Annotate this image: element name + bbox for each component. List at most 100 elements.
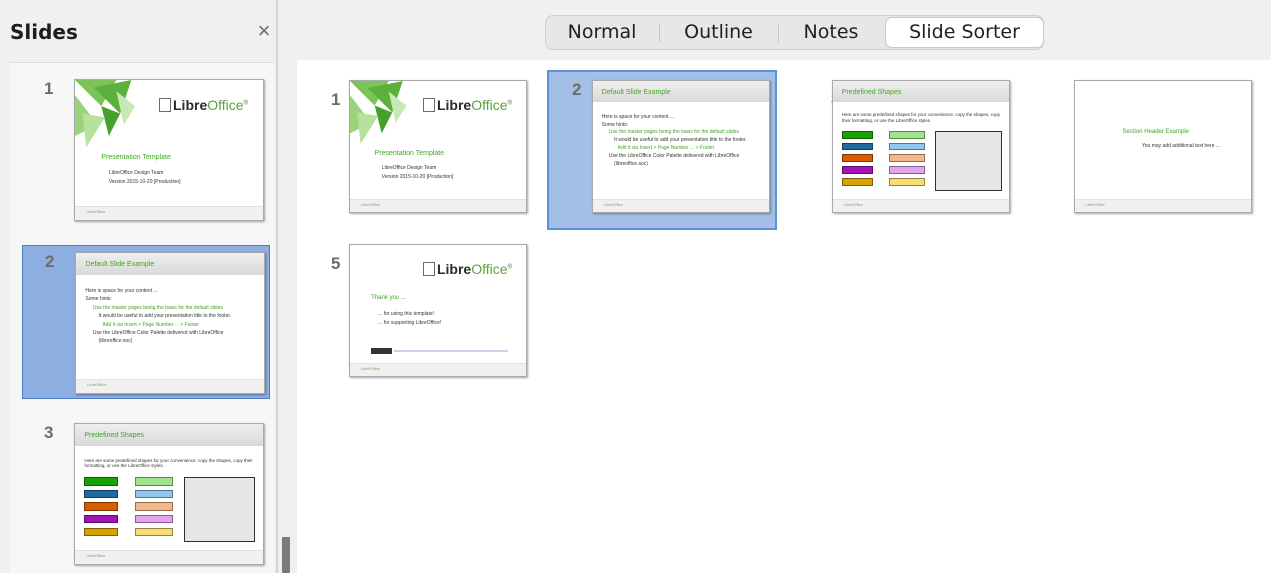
slide-text-line: Some hints: (85, 296, 112, 303)
slide-title: Predefined Shapes (84, 432, 144, 440)
tab-outline[interactable]: Outline (660, 16, 777, 49)
libreoffice-logo: LibreOffice® (422, 261, 512, 277)
slide-text-line: Add it via Insert > Page Number ... > Fo… (102, 321, 200, 328)
slide-thumbnail[interactable]: Default Slide Example Here is space for … (75, 252, 265, 394)
sorter-item-3[interactable]: 3 Predefined Shapes Here are some predef… (797, 72, 1027, 232)
slide-text-line: It would be useful to add your presentat… (614, 137, 747, 144)
slide-sorter[interactable]: 1 LibreOffice® Presentation Template Lib… (297, 60, 1271, 573)
shape-swatch (135, 502, 173, 511)
slide-text-line: ... for supporting LibreOffice! (378, 319, 442, 326)
slide-text-line: ... for using this template! (378, 310, 435, 317)
slide-text-line: Some hints: (601, 121, 629, 128)
slides-pane: Slides × 1 LibreOffice® Presentation Tem… (0, 0, 277, 573)
slide-text-line: Here is space for your content ... (601, 113, 675, 120)
slide-thumbnail[interactable]: LibreOffice® Thank you ... ... for using… (349, 244, 527, 377)
license-text (394, 349, 509, 353)
shape-swatch (841, 142, 874, 151)
slide-footer: LibreOffice (1075, 198, 1251, 212)
shape-swatch (841, 177, 874, 186)
slide-text-line: (libreoffice.soc) (614, 160, 648, 167)
slide-text-line: You may add additional text here ... (1141, 142, 1221, 149)
license-badge-icon (371, 348, 393, 354)
slide-text-line: Version 2015-10-20 [Production] (381, 174, 454, 180)
close-icon[interactable]: × (253, 20, 275, 42)
slide-text-line: Use the master pages being the basis for… (608, 129, 739, 136)
slides-pane-title: Slides (10, 20, 78, 44)
shape-swatch (841, 130, 874, 139)
slide-title: Predefined Shapes (841, 88, 902, 96)
shape-swatch (135, 477, 173, 486)
pane-splitter[interactable] (277, 0, 293, 573)
slide-preview-shapes: Predefined Shapes Here are some predefin… (74, 423, 264, 565)
slides-pane-list[interactable]: 1 LibreOffice® Presentation Template Lib… (10, 62, 274, 573)
view-tabs: Normal Outline Notes Slide Sorter (545, 15, 1044, 50)
shape-swatch (841, 166, 874, 174)
slide-preview-content: Default Slide Example Here is space for … (75, 252, 265, 394)
shape-swatch (889, 166, 925, 174)
shape-swatch (889, 142, 925, 151)
slide-preview-content: Default Slide Example Here is space for … (592, 80, 770, 213)
grid-shape (935, 130, 1002, 192)
tab-slide-sorter[interactable]: Slide Sorter (885, 17, 1044, 48)
sorter-item-5[interactable]: 5 LibreOffice® Thank you ... ... for usi… (297, 236, 527, 396)
slide-number: 5 (331, 254, 341, 273)
slide-footer: LibreOffice (833, 198, 1009, 212)
slide-number: 2 (572, 80, 582, 99)
slide-preview-title: LibreOffice® Presentation Template Libre… (349, 80, 527, 213)
shape-swatch (135, 515, 173, 524)
slides-pane-header: Slides × (0, 0, 277, 62)
slide-title: Presentation Template (374, 150, 445, 158)
shape-swatch (84, 477, 119, 486)
slide-text-line: It would be useful to add your presentat… (98, 313, 232, 320)
slide-text-line: Here are some predefined shapes for your… (841, 112, 1001, 123)
slide-title: Default Slide Example (601, 88, 671, 96)
slide-footer: LibreOffice (75, 550, 263, 564)
slide-thumbnail[interactable]: Section Header Example You may add addit… (1074, 80, 1252, 213)
slide-number: 3 (44, 423, 54, 442)
shape-swatch (889, 177, 925, 186)
slide-thumbnail[interactable]: Predefined Shapes Here are some predefin… (74, 423, 264, 565)
slide-number: 1 (331, 90, 341, 109)
slide-thumbnail[interactable]: LibreOffice® Presentation Template Libre… (349, 80, 527, 213)
slide-preview-shapes: Predefined Shapes Here are some predefin… (832, 80, 1010, 213)
sorter-item-1[interactable]: 1 LibreOffice® Presentation Template Lib… (297, 72, 527, 232)
slides-pane-scrollbar[interactable] (282, 537, 290, 573)
slide-panel-item-2[interactable]: 2 Default Slide Example Here is space fo… (22, 245, 270, 399)
tab-normal[interactable]: Normal (546, 16, 658, 49)
slide-panel-item-1[interactable]: 1 LibreOffice® Presentation Template Lib… (22, 73, 270, 227)
shape-swatch (84, 527, 119, 536)
slide-footer: LibreOffice (350, 198, 526, 212)
libreoffice-logo: LibreOffice® (422, 97, 512, 113)
slide-thumbnail[interactable]: Default Slide Example Here is space for … (592, 80, 770, 213)
shape-swatch (889, 130, 925, 139)
slide-text-line: Here is space for your content ... (85, 288, 158, 294)
sorter-item-4[interactable]: 4 Section Header Example You may add add… (1040, 72, 1270, 232)
slide-footer: LibreOffice (75, 206, 263, 220)
slide-text-line: Add it via Insert > Page Number ... > Fo… (617, 145, 715, 152)
slide-text-line: Here are some predefined shapes for your… (84, 457, 253, 468)
slide-text-line: Version 2015-10-20 [Production] (108, 179, 181, 186)
shape-swatch (135, 527, 173, 536)
slide-text-line: LibreOffice Design Team (108, 169, 164, 176)
slide-number: 2 (45, 252, 55, 271)
slide-panel-item-3[interactable]: 3 Predefined Shapes Here are some predef… (22, 417, 270, 571)
sorter-item-2[interactable]: 2 Default Slide Example Here is space fo… (547, 70, 777, 230)
slide-footer: LibreOffice (350, 362, 526, 376)
slide-text-line: Use the LibreOffice Color Palette delive… (608, 153, 740, 160)
slide-preview-title: LibreOffice® Presentation Template Libre… (74, 79, 264, 221)
shape-swatch (889, 154, 925, 163)
slide-footer: LibreOffice (76, 379, 264, 393)
slide-text-line: LibreOffice Design Team (381, 164, 437, 171)
slide-title: Presentation Template (101, 154, 171, 162)
slide-title: Thank you ... (371, 294, 406, 301)
slide-preview-section: Section Header Example You may add addit… (1074, 80, 1252, 213)
tab-notes[interactable]: Notes (779, 16, 883, 49)
slide-thumbnail[interactable]: Predefined Shapes Here are some predefin… (832, 80, 1010, 213)
shape-swatch (135, 489, 173, 499)
grid-shape (184, 477, 256, 542)
slide-number: 1 (44, 79, 54, 98)
slide-title: Section Header Example (1122, 129, 1189, 136)
shape-swatch (84, 515, 119, 524)
slide-text-line: Use the LibreOffice Color Palette delive… (92, 330, 224, 336)
slide-thumbnail[interactable]: LibreOffice® Presentation Template Libre… (74, 79, 264, 221)
